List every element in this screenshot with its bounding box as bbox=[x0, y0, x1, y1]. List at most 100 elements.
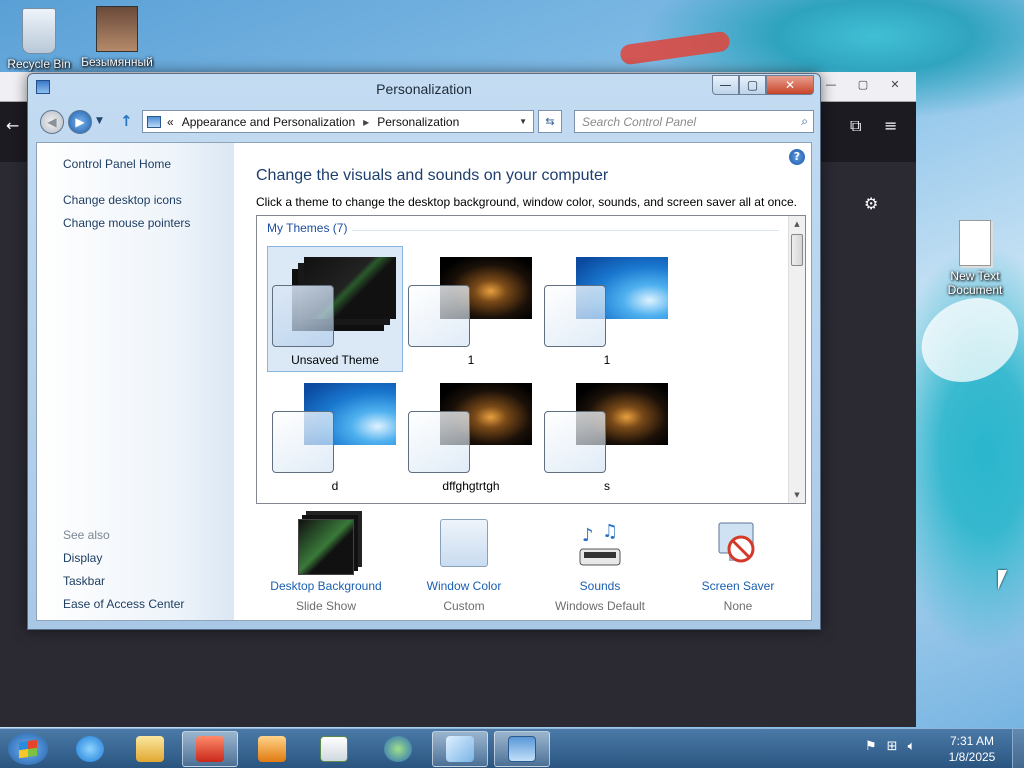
link-change-mouse-pointers[interactable]: Change mouse pointers bbox=[63, 216, 190, 230]
control-panel-icon bbox=[508, 736, 536, 762]
internet-explorer-icon bbox=[76, 736, 104, 762]
taskbar-media-player[interactable] bbox=[244, 731, 300, 767]
theme-name: dffghgtrtgh bbox=[442, 479, 500, 493]
breadcrumb-separator-icon[interactable]: ▸ bbox=[363, 115, 369, 129]
address-dropdown-icon[interactable]: ▼ bbox=[519, 117, 527, 126]
screen-saver-setting[interactable]: Screen Saver None bbox=[668, 513, 808, 613]
desktop-icon-user-photo[interactable]: Безымянный bbox=[79, 6, 155, 69]
recent-pages-dropdown[interactable]: ▼ bbox=[96, 116, 103, 126]
theme-name: 1 bbox=[603, 353, 611, 367]
system-clock[interactable]: 7:31 AM 1/8/2025 bbox=[940, 733, 1004, 765]
desktop-background-setting[interactable]: Desktop Background Slide Show bbox=[256, 513, 396, 613]
browser-maximize-button[interactable]: ▢ bbox=[848, 74, 878, 94]
link-change-desktop-icons[interactable]: Change desktop icons bbox=[63, 193, 182, 207]
media-player-icon bbox=[258, 736, 286, 762]
scroll-down-icon[interactable]: ▼ bbox=[789, 487, 805, 503]
browser-back-icon[interactable]: ← bbox=[6, 116, 19, 135]
search-input[interactable] bbox=[575, 111, 785, 132]
theme-window-color-preview bbox=[272, 411, 334, 473]
breadcrumb-prefix[interactable]: « bbox=[167, 115, 174, 129]
see-also-heading: See also bbox=[63, 528, 110, 542]
link-control-panel-home[interactable]: Control Panel Home bbox=[63, 157, 171, 171]
clock-time: 7:31 AM bbox=[949, 734, 995, 748]
link-ease-of-access-center[interactable]: Ease of Access Center bbox=[63, 597, 184, 611]
forward-button[interactable]: ▶ bbox=[68, 110, 92, 134]
gear-icon[interactable]: ⚙ bbox=[864, 194, 878, 213]
breadcrumb-appearance[interactable]: Appearance and Personalization bbox=[182, 115, 355, 129]
help-icon[interactable]: ? bbox=[789, 149, 805, 165]
taskbar-glass-app[interactable] bbox=[432, 731, 488, 767]
taskbar-internet-explorer[interactable] bbox=[62, 731, 118, 767]
theme-tile[interactable]: 1 bbox=[539, 246, 675, 372]
link-display[interactable]: Display bbox=[63, 551, 102, 565]
link-taskbar[interactable]: Taskbar bbox=[63, 574, 105, 588]
show-desktop-button[interactable] bbox=[1012, 729, 1024, 768]
volume-icon[interactable]: 🔈︎ bbox=[908, 739, 916, 754]
scroll-thumb[interactable] bbox=[791, 234, 803, 266]
svg-text:♫: ♫ bbox=[602, 521, 618, 542]
theme-tile[interactable]: 1 bbox=[403, 246, 539, 372]
sounds-setting[interactable]: ♪ ♫ Sounds Windows Default bbox=[530, 513, 670, 613]
theme-tile[interactable]: Unsaved Theme bbox=[267, 246, 403, 372]
desktop-icon-recycle-bin[interactable]: Recycle Bin bbox=[1, 8, 77, 71]
page-description: Click a theme to change the desktop back… bbox=[256, 195, 797, 209]
window-color-icon bbox=[440, 519, 488, 567]
theme-group-title: My Themes (7) bbox=[267, 221, 348, 235]
address-bar[interactable]: « Appearance and Personalization ▸ Perso… bbox=[142, 110, 534, 133]
file-explorer-icon bbox=[136, 736, 164, 762]
theme-name: d bbox=[331, 479, 339, 493]
sounds-icon: ♪ ♫ bbox=[576, 519, 624, 575]
refresh-button[interactable]: ⇆ bbox=[538, 110, 562, 133]
breadcrumb-personalization[interactable]: Personalization bbox=[377, 115, 459, 129]
taskbar-red-app[interactable] bbox=[182, 731, 238, 767]
desktop-icon-new-text-document[interactable]: New Text Document bbox=[937, 220, 1013, 297]
scroll-up-icon[interactable]: ▲ bbox=[789, 216, 805, 232]
window-body: Control Panel Home Change desktop icons … bbox=[36, 142, 812, 621]
theme-group-divider bbox=[352, 230, 779, 231]
network-icon[interactable]: ⊞ bbox=[887, 739, 898, 754]
minimize-button[interactable]: — bbox=[712, 75, 739, 95]
theme-list-scrollbar[interactable]: ▲ ▼ bbox=[788, 216, 805, 503]
action-center-flag-icon[interactable]: ⚑ bbox=[865, 739, 877, 754]
taskbar-globe-app[interactable] bbox=[370, 731, 426, 767]
window-color-setting[interactable]: Window Color Custom bbox=[394, 513, 534, 613]
navigation-bar: ◀ ▶ ▼ ↑ « Appearance and Personalization… bbox=[36, 108, 814, 136]
theme-name: 1 bbox=[467, 353, 475, 367]
search-icon[interactable]: ⌕ bbox=[801, 114, 808, 129]
theme-window-color-preview bbox=[272, 285, 334, 347]
document-icon bbox=[320, 736, 348, 762]
refresh-icon: ⇆ bbox=[545, 115, 555, 128]
setting-title[interactable]: Screen Saver bbox=[668, 579, 808, 593]
taskbar-control-panel[interactable] bbox=[494, 731, 550, 767]
setting-title[interactable]: Window Color bbox=[394, 579, 534, 593]
taskbar-document-app[interactable] bbox=[306, 731, 362, 767]
main-content: ? Change the visuals and sounds on your … bbox=[234, 143, 811, 620]
personalization-window: Personalization — ▢ ✕ ◀ ▶ ▼ ↑ « Appearan… bbox=[27, 73, 821, 630]
up-level-icon[interactable]: ↑ bbox=[120, 112, 133, 130]
window-title: Personalization bbox=[376, 81, 472, 97]
user-photo-icon bbox=[96, 6, 138, 52]
menu-icon[interactable]: ≡ bbox=[884, 116, 897, 135]
back-button[interactable]: ◀ bbox=[40, 110, 64, 134]
close-button[interactable]: ✕ bbox=[766, 75, 814, 95]
setting-title[interactable]: Desktop Background bbox=[256, 579, 396, 593]
browser-close-button[interactable]: ✕ bbox=[880, 74, 910, 94]
setting-title[interactable]: Sounds bbox=[530, 579, 670, 593]
theme-list[interactable]: My Themes (7) Unsaved Theme 1 1 d dffghg… bbox=[256, 215, 806, 504]
start-button[interactable] bbox=[8, 733, 48, 765]
search-box[interactable]: ⌕ bbox=[574, 110, 814, 133]
svg-text:♪: ♪ bbox=[582, 525, 594, 546]
maximize-button[interactable]: ▢ bbox=[739, 75, 766, 95]
task-pane: Control Panel Home Change desktop icons … bbox=[37, 143, 234, 620]
theme-window-color-preview bbox=[408, 411, 470, 473]
theme-tile[interactable]: s bbox=[539, 372, 675, 498]
app-red-icon bbox=[196, 736, 224, 762]
taskbar-file-explorer[interactable] bbox=[122, 731, 178, 767]
extensions-icon[interactable]: ⧉ bbox=[850, 116, 861, 136]
theme-window-color-preview bbox=[408, 285, 470, 347]
recycle-bin-icon bbox=[22, 8, 56, 54]
text-document-icon bbox=[959, 220, 991, 266]
theme-tile[interactable]: dffghgtrtgh bbox=[403, 372, 539, 498]
theme-tile[interactable]: d bbox=[267, 372, 403, 498]
desktop-icon-label: Recycle Bin bbox=[7, 57, 71, 71]
